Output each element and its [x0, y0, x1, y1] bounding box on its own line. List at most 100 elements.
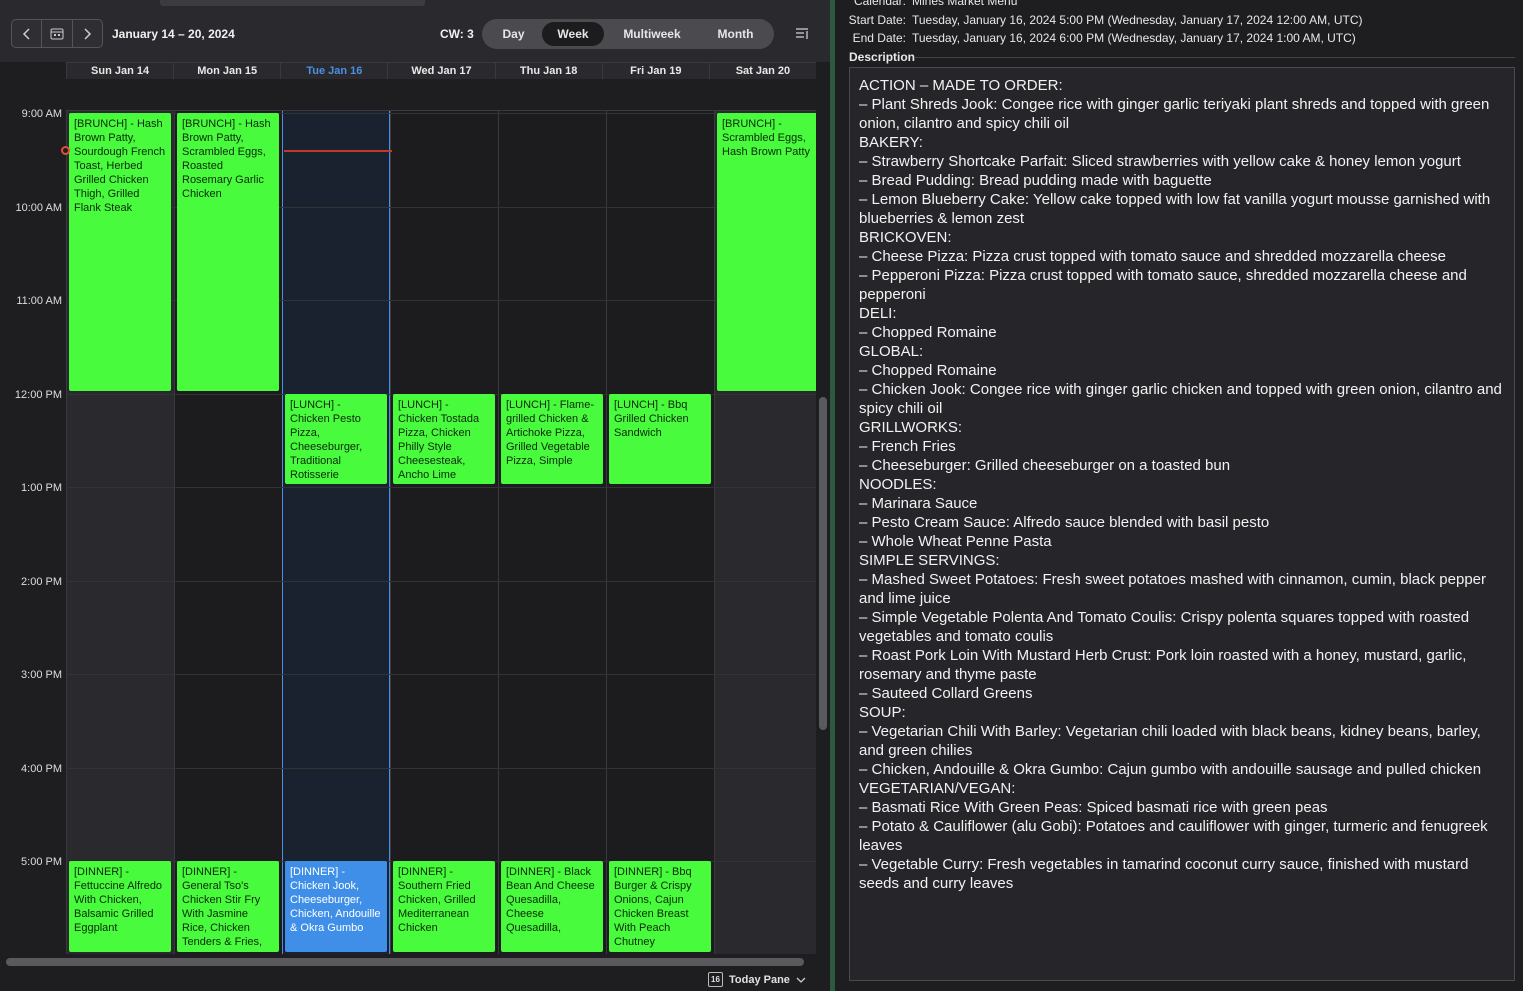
day-column[interactable] [282, 111, 390, 954]
today-pane-toggle[interactable]: 16 Today Pane [708, 972, 806, 987]
chevron-left-icon[interactable] [12, 20, 43, 47]
start-date-value: Tuesday, January 16, 2024 5:00 PM (Wedne… [912, 13, 1363, 27]
day-header[interactable]: Sat Jan 20 [708, 63, 816, 79]
description-line: SOUP: [859, 704, 906, 721]
description-line: – French Fries [859, 438, 956, 455]
day-header[interactable]: Sun Jan 14 [66, 63, 173, 79]
description-line: BAKERY: [859, 134, 923, 151]
description-line: GRILLWORKS: [859, 419, 963, 436]
description-label: Description [849, 50, 916, 64]
calendar-event[interactable]: [DINNER] - General Tso's Chicken Stir Fr… [177, 861, 279, 952]
view-multiweek-button[interactable]: Multiweek [604, 22, 700, 46]
day-header[interactable]: Mon Jan 15 [173, 63, 280, 79]
calendar-event[interactable]: [BRUNCH] - Hash Brown Patty, Scrambled E… [177, 113, 279, 391]
hour-gridline [66, 767, 816, 769]
time-label: 12:00 PM [14, 388, 62, 401]
view-month-button[interactable]: Month [700, 22, 771, 46]
description-line: – Vegetarian Chili With Barley: Vegetari… [859, 723, 1481, 759]
start-date-key: Start Date: [848, 13, 906, 27]
description-line: – Roast Pork Loin With Mustard Herb Crus… [859, 647, 1467, 683]
view-day-button[interactable]: Day [485, 22, 542, 46]
time-label: 3:00 PM [21, 669, 62, 681]
calendar-event[interactable]: [BRUNCH] - Hash Brown Patty, Sourdough F… [69, 113, 171, 391]
day-header-row: Sun Jan 14 Mon Jan 15 Tue Jan 16 Wed Jan 17… [66, 62, 816, 79]
calendar-event[interactable]: [DINNER] - Chicken Jook, Cheeseburger, C… [285, 861, 387, 952]
calendar-event[interactable]: [BRUNCH] - Scrambled Eggs, Hash Brown Pa… [717, 113, 816, 391]
description-line: VEGETARIAN/VEGAN: [859, 780, 1016, 797]
time-label: 10:00 AM [15, 201, 62, 214]
day-header[interactable]: Wed Jan 17 [387, 63, 494, 79]
date-nav-group [11, 19, 103, 48]
description-line: – Basmati Rice With Green Peas: Spiced b… [859, 799, 1328, 816]
description-line: – Whole Wheat Penne Pasta [859, 533, 1052, 550]
description-line: DELI: [859, 305, 897, 322]
day-header[interactable]: Fri Jan 19 [601, 63, 709, 79]
calendar-event[interactable]: [LUNCH] - Chicken Pesto Pizza, Cheesebur… [285, 393, 387, 484]
hour-gridline [66, 674, 816, 675]
day-header[interactable]: Tue Jan 16 [280, 63, 387, 79]
calendar-meta-row: Calendar: Mines Market Menu [835, 0, 1017, 8]
view-week-button[interactable]: Week [542, 22, 604, 46]
description-line: – Chicken, Andouille & Okra Gumbo: Cajun… [859, 761, 1482, 778]
end-date-value: Tuesday, January 16, 2024 6:00 PM (Wedne… [912, 31, 1356, 45]
description-line: – Chopped Romaine [859, 324, 997, 341]
description-line: – Pesto Cream Sauce: Alfredo sauce blend… [859, 514, 1270, 531]
description-line: SIMPLE SERVINGS: [859, 552, 1000, 569]
description-line: – Pepperoni Pizza: Pizza crust topped wi… [859, 267, 1467, 303]
time-label: 1:00 PM [21, 482, 62, 494]
description-line: – Cheese Pizza: Pizza crust topped with … [859, 248, 1446, 265]
calendar-key: Calendar: [853, 0, 906, 8]
calendar-icon[interactable] [42, 20, 73, 47]
time-label: 5:00 PM [21, 856, 62, 868]
list-settings-icon[interactable] [794, 26, 810, 42]
chevron-right-icon[interactable] [73, 20, 102, 47]
calendar-value: Mines Market Menu [912, 0, 1018, 8]
day-header[interactable]: Thu Jan 18 [494, 63, 602, 79]
all-day-row[interactable] [66, 79, 816, 111]
day-column[interactable] [390, 111, 498, 954]
description-line: – Sauteed Collard Greens [859, 685, 1033, 702]
calendar-event[interactable]: [DINNER] - Bbq Burger & Crispy Onions, C… [609, 861, 711, 952]
description-divider [915, 57, 1515, 58]
description-line: – Bread Pudding: Bread pudding made with… [859, 172, 1212, 189]
description-line: – Simple Vegetable Polenta And Tomato Co… [859, 609, 1470, 645]
time-label: 4:00 PM [21, 762, 62, 775]
horizontal-scrollbar[interactable] [6, 958, 804, 966]
end-date-row: End Date: Tuesday, January 16, 2024 6:00 … [835, 31, 1356, 45]
current-time-dot [61, 146, 70, 155]
chevron-down-icon [796, 977, 806, 983]
calendar-toolbar: January 14 – 20, 2024 CW: 3 Day Week Mul… [0, 0, 830, 62]
description-line: ACTION – MADE TO ORDER: [859, 77, 1063, 94]
toolbar-drag-tab [160, 0, 425, 6]
description-line: BRICKOVEN: [859, 229, 952, 246]
today-pane-label: Today Pane [729, 973, 790, 986]
description-line: – Plant Shreds Jook: Congee rice with gi… [859, 96, 1490, 132]
description-line: – Lemon Blueberry Cake: Yellow cake topp… [859, 191, 1491, 227]
description-line: – Chicken Jook: Congee rice with ginger … [859, 381, 1502, 417]
description-text[interactable]: ACTION – MADE TO ORDER: – Plant Shreds Jo… [849, 67, 1515, 981]
vertical-scrollbar[interactable] [819, 397, 827, 730]
calendar-pane: January 14 – 20, 2024 CW: 3 Day Week Mul… [0, 0, 830, 991]
description-line: GLOBAL: [859, 343, 924, 360]
time-label: 2:00 PM [21, 575, 62, 588]
calendar-event[interactable]: [LUNCH] - Bbq Grilled Chicken Sandwich [609, 393, 711, 484]
week-grid[interactable]: [BRUNCH] - Hash Brown Patty, Sourdough F… [66, 111, 816, 954]
hour-gridline [66, 487, 816, 488]
date-range-label: January 14 – 20, 2024 [112, 27, 235, 41]
calendar-event[interactable]: [LUNCH] - Flame-grilled Chicken & Artich… [501, 393, 603, 484]
calendar-event[interactable]: [DINNER] - Black Bean And Cheese Quesadi… [501, 861, 603, 952]
calendar-event[interactable]: [DINNER] - Fettuccine Alfredo With Chick… [69, 861, 171, 952]
time-label: 9:00 AM [21, 108, 62, 120]
calendar-event[interactable]: [DINNER] - Southern Fried Chicken, Grill… [393, 861, 495, 952]
view-switcher: Day Week Multiweek Month [482, 19, 774, 49]
day-column[interactable] [606, 111, 714, 954]
end-date-key: End Date: [852, 31, 906, 45]
calendar-week-label: CW: 3 [440, 27, 474, 41]
start-date-row: Start Date: Tuesday, January 16, 2024 5:0… [835, 13, 1363, 27]
day-column[interactable] [498, 111, 606, 954]
hour-gridline [66, 580, 816, 582]
calendar-event[interactable]: [LUNCH] - Chicken Tostada Pizza, Chicken… [393, 393, 495, 484]
description-line: – Vegetable Curry: Fresh vegetables in t… [859, 856, 1469, 892]
description-line: – Strawberry Shortcake Parfait: Sliced s… [859, 153, 1461, 170]
calendar-day-icon: 16 [708, 972, 723, 987]
